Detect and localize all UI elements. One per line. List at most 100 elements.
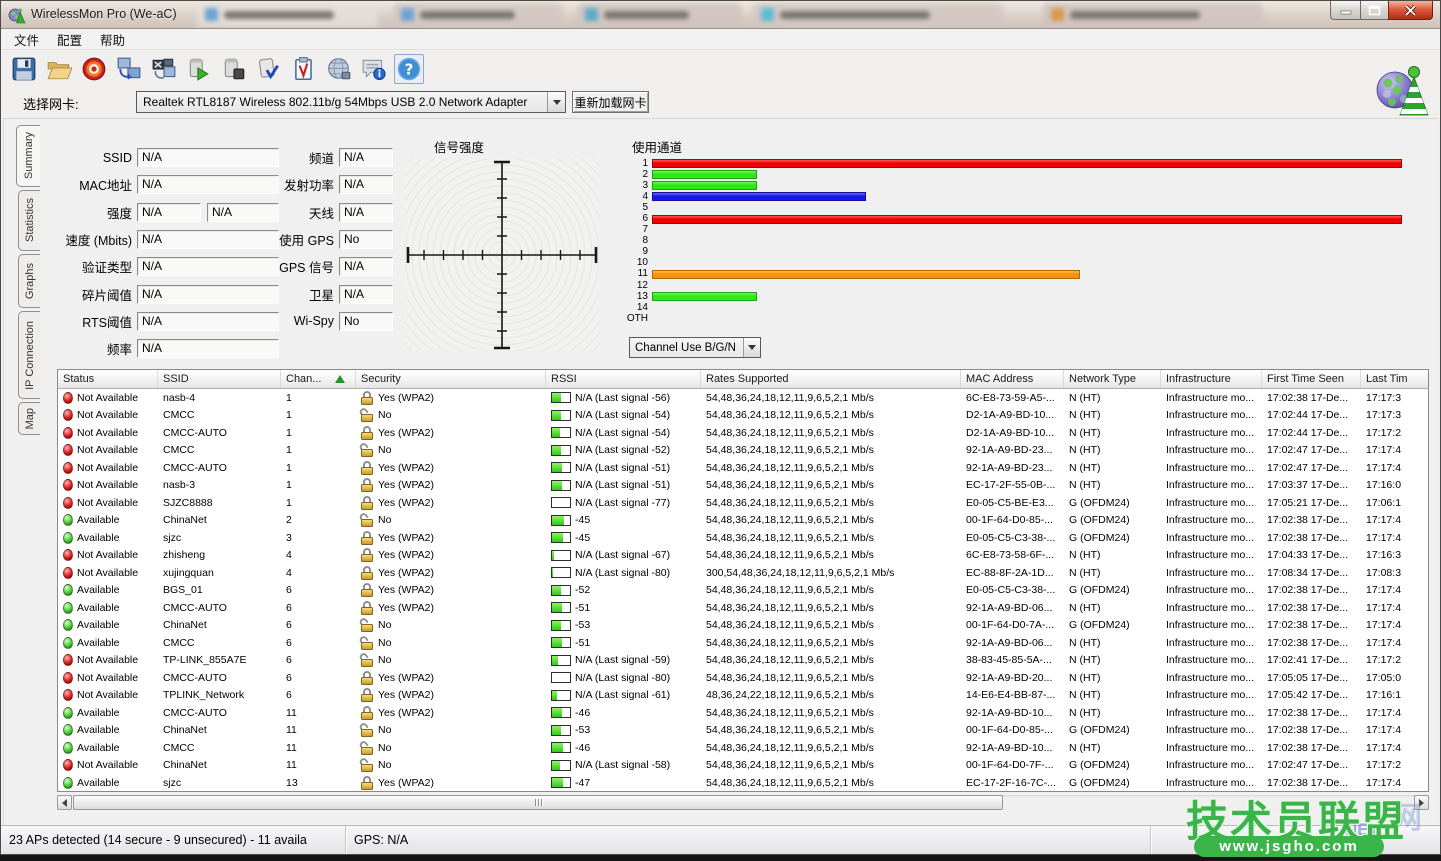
mac-cell: 92-1A-A9-BD-06... bbox=[961, 599, 1064, 617]
channel-label: 2 bbox=[622, 170, 648, 180]
field-value[interactable]: N/A bbox=[137, 230, 279, 249]
field-value[interactable]: N/A bbox=[137, 257, 279, 276]
delete-graph-icon[interactable] bbox=[149, 54, 179, 84]
combobox-dropdown-button[interactable] bbox=[743, 338, 760, 357]
field-value[interactable]: N/A bbox=[137, 148, 279, 167]
field-value[interactable]: N/A bbox=[137, 175, 279, 194]
field-value[interactable]: N/A bbox=[339, 203, 393, 222]
tab-statistics[interactable]: Statistics bbox=[18, 190, 40, 251]
table-row[interactable]: Not AvailableChinaNet11NoN/A (Last signa… bbox=[58, 757, 1428, 775]
column-header-network-type[interactable]: Network Type bbox=[1064, 370, 1161, 388]
table-row[interactable]: Not AvailableCMCC-AUTO1Yes (WPA2)N/A (La… bbox=[58, 424, 1428, 442]
table-row[interactable]: Not AvailableSJZC88881Yes (WPA2)N/A (Las… bbox=[58, 494, 1428, 512]
table-row[interactable]: AvailableCMCC-AUTO6Yes (WPA2)-5154,48,36… bbox=[58, 599, 1428, 617]
table-row[interactable]: Not AvailableTPLINK_Network6Yes (WPA2)N/… bbox=[58, 687, 1428, 705]
minimize-button[interactable] bbox=[1330, 1, 1360, 20]
chat-info-icon[interactable] bbox=[359, 54, 389, 84]
table-row[interactable]: Not Availablenasb-31Yes (WPA2)N/A (Last … bbox=[58, 477, 1428, 495]
title-bar[interactable]: WirelessMon Pro (We-aC) bbox=[1, 1, 1440, 29]
last-time-cell: 17:17:2 bbox=[1361, 424, 1429, 442]
table-row[interactable]: Not AvailableCMCC1NoN/A (Last signal -54… bbox=[58, 407, 1428, 425]
close-button[interactable] bbox=[1388, 1, 1433, 20]
field-value[interactable]: N/A bbox=[137, 285, 279, 304]
ssid-cell: CMCC-AUTO bbox=[158, 459, 281, 477]
scroll-left-button[interactable] bbox=[57, 795, 72, 810]
table-row[interactable]: Not Availablenasb-41Yes (WPA2)N/A (Last … bbox=[58, 389, 1428, 407]
last-time-cell: 17:17:4 bbox=[1361, 529, 1429, 547]
column-header-infrastructure[interactable]: Infrastructure bbox=[1161, 370, 1262, 388]
field-value[interactable]: N/A bbox=[137, 312, 279, 331]
menu-item-3[interactable]: 帮助 bbox=[91, 28, 134, 51]
security-cell: Yes (WPA2) bbox=[356, 459, 546, 477]
field-value[interactable]: N/A bbox=[339, 175, 393, 194]
tab-graphs[interactable]: Graphs bbox=[18, 254, 40, 308]
column-header-first-time-seen[interactable]: First Time Seen bbox=[1262, 370, 1361, 388]
column-header-rssi[interactable]: RSSI bbox=[546, 370, 701, 388]
field-value[interactable]: N/A bbox=[137, 339, 279, 358]
column-header-last-tim[interactable]: Last Tim bbox=[1361, 370, 1429, 388]
menu-item-1[interactable]: 文件 bbox=[5, 28, 48, 51]
table-row[interactable]: Not Availablexujingquan4Yes (WPA2)N/A (L… bbox=[58, 564, 1428, 582]
field-value[interactable]: N/A bbox=[339, 285, 393, 304]
network-type-cell: G (OFDM24) bbox=[1064, 757, 1161, 775]
open-icon[interactable] bbox=[44, 54, 74, 84]
column-header-rates-supported[interactable]: Rates Supported bbox=[701, 370, 961, 388]
column-header-status[interactable]: Status bbox=[58, 370, 158, 388]
table-row[interactable]: AvailableCMCC11No-4654,48,36,24,18,12,11… bbox=[58, 739, 1428, 757]
first-seen-cell: 17:05:05 17-De... bbox=[1262, 669, 1361, 687]
table-row[interactable]: AvailableChinaNet6No-5354,48,36,24,18,12… bbox=[58, 617, 1428, 635]
table-row[interactable]: Not AvailableTP-LINK_855A7E6NoN/A (Last … bbox=[58, 652, 1428, 670]
table-row[interactable]: AvailableChinaNet11No-5354,48,36,24,18,1… bbox=[58, 722, 1428, 740]
log-check-icon[interactable] bbox=[254, 54, 284, 84]
mac-cell: D2-1A-A9-BD-10... bbox=[961, 424, 1064, 442]
log-start-icon[interactable] bbox=[184, 54, 214, 84]
security-cell: Yes (WPA2) bbox=[356, 529, 546, 547]
record-icon[interactable] bbox=[79, 54, 109, 84]
maximize-button[interactable] bbox=[1360, 1, 1388, 20]
adapter-combobox[interactable]: Realtek RTL8187 Wireless 802.11b/g 54Mbp… bbox=[136, 91, 566, 113]
table-row[interactable]: Not Availablezhisheng4Yes (WPA2)N/A (Las… bbox=[58, 547, 1428, 565]
scrollbar-thumb[interactable] bbox=[73, 795, 1003, 810]
help-icon[interactable]: ? bbox=[394, 54, 424, 84]
tab-summary[interactable]: Summary bbox=[16, 125, 40, 187]
table-row[interactable]: AvailableCMCC-AUTO11Yes (WPA2)-4654,48,3… bbox=[58, 704, 1428, 722]
field-value[interactable]: No bbox=[339, 312, 393, 331]
combobox-dropdown-button[interactable] bbox=[547, 92, 565, 112]
save-icon[interactable] bbox=[9, 54, 39, 84]
reload-adapter-button[interactable]: 重新加载网卡 bbox=[572, 91, 649, 113]
table-row[interactable]: Availablesjzc3Yes (WPA2)-4554,48,36,24,1… bbox=[58, 529, 1428, 547]
log-stop-icon[interactable] bbox=[219, 54, 249, 84]
table-row[interactable]: Not AvailableCMCC1NoN/A (Last signal -52… bbox=[58, 442, 1428, 460]
field-value[interactable]: N/A bbox=[339, 257, 393, 276]
lock-closed-icon bbox=[361, 461, 374, 475]
rates-cell: 48,36,24,22,18,12,11,9,6,5,2,1 Mb/s bbox=[701, 687, 961, 705]
table-row[interactable]: AvailableCMCC6No-5154,48,36,24,18,12,11,… bbox=[58, 634, 1428, 652]
table-row[interactable]: Not AvailableCMCC-AUTO1Yes (WPA2)N/A (La… bbox=[58, 459, 1428, 477]
ssid-cell: CMCC-AUTO bbox=[158, 669, 281, 687]
channel-use-combobox[interactable]: Channel Use B/G/N bbox=[629, 337, 761, 358]
background-browser-tab bbox=[1043, 3, 1263, 27]
report-icon[interactable] bbox=[289, 54, 319, 84]
web-icon[interactable] bbox=[324, 54, 354, 84]
column-header-security[interactable]: Security bbox=[356, 370, 546, 388]
export-graph-icon[interactable] bbox=[114, 54, 144, 84]
channel-label: 6 bbox=[622, 214, 648, 224]
last-time-cell: 17:17:4 bbox=[1361, 512, 1429, 530]
table-row[interactable]: Not AvailableCMCC-AUTO6Yes (WPA2)N/A (La… bbox=[58, 669, 1428, 687]
column-header-ssid[interactable]: SSID bbox=[158, 370, 281, 388]
field-value[interactable]: N/A bbox=[137, 203, 201, 222]
tab-map[interactable]: Map bbox=[18, 402, 40, 435]
column-header-chan-[interactable]: Chan... bbox=[281, 370, 356, 388]
field-value[interactable]: No bbox=[339, 230, 393, 249]
ssid-cell: TPLINK_Network bbox=[158, 687, 281, 705]
menu-item-2[interactable]: 配置 bbox=[48, 28, 91, 51]
column-header-mac-address[interactable]: MAC Address bbox=[961, 370, 1064, 388]
field-value[interactable]: N/A bbox=[339, 148, 393, 167]
arrow-left-icon bbox=[62, 799, 67, 807]
field-value[interactable]: N/A bbox=[207, 203, 279, 222]
tab-ip-connection[interactable]: IP Connection bbox=[18, 311, 40, 399]
table-row[interactable]: AvailableBGS_016Yes (WPA2)-5254,48,36,24… bbox=[58, 582, 1428, 600]
ssid-cell: CMCC bbox=[158, 407, 281, 425]
table-row[interactable]: AvailableChinaNet2No-4554,48,36,24,18,12… bbox=[58, 512, 1428, 530]
last-time-cell: 17:17:4 bbox=[1361, 459, 1429, 477]
